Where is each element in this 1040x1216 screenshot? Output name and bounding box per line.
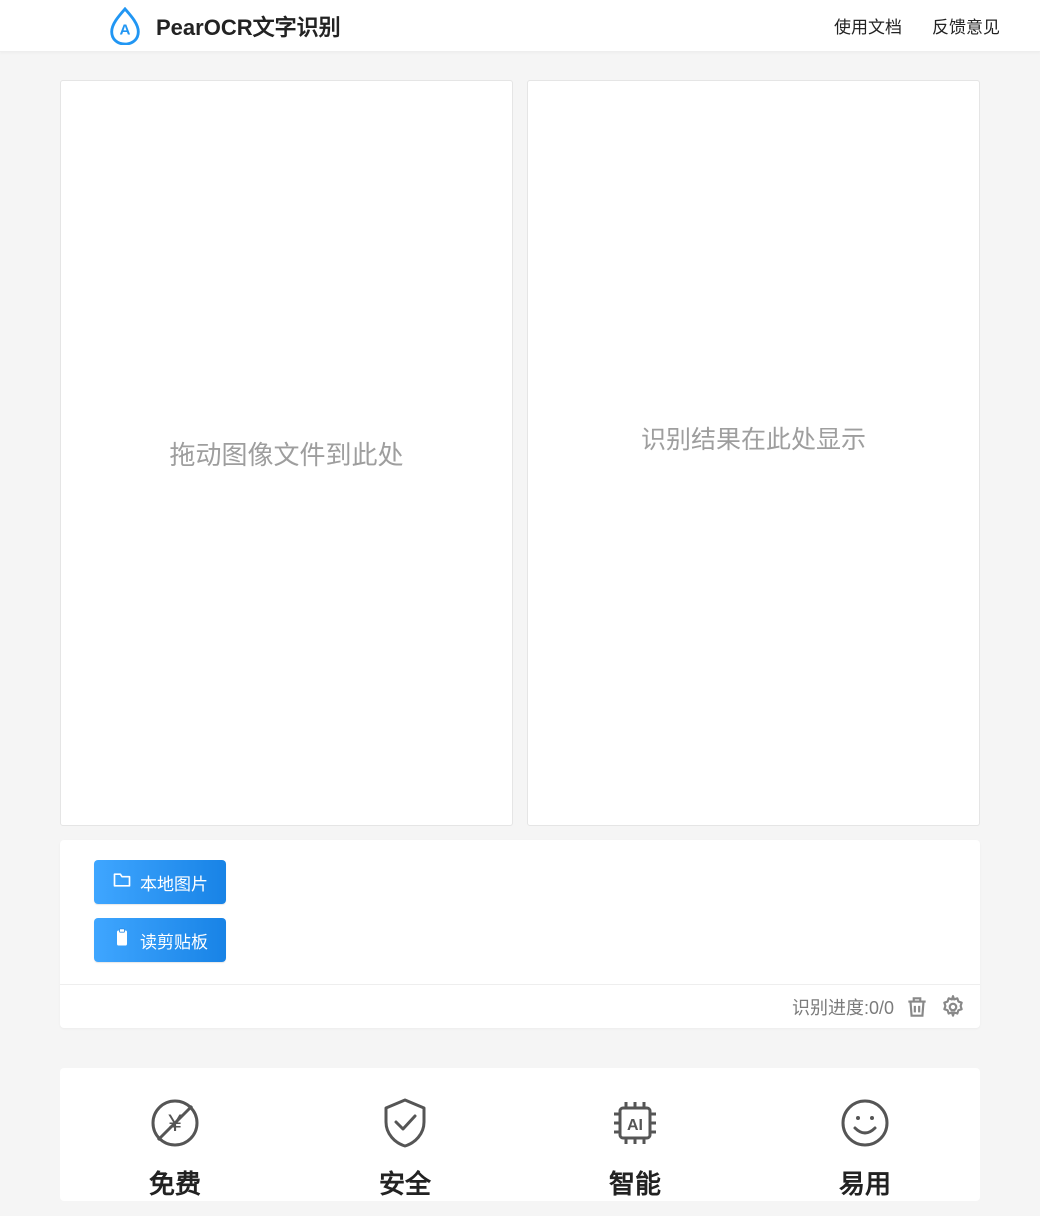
free-icon: ¥ xyxy=(148,1096,202,1150)
actions-card: 本地图片 读剪贴板 识别进度:0/0 xyxy=(60,840,980,1028)
features-card: ¥ 免费 安全 AI xyxy=(60,1068,980,1201)
local-image-button[interactable]: 本地图片 xyxy=(94,860,226,904)
feature-smart: AI 智能 xyxy=(520,1096,750,1201)
folder-icon xyxy=(112,870,132,895)
ai-icon: AI xyxy=(608,1096,662,1150)
panels: 拖动图像文件到此处 识别结果在此处显示 xyxy=(60,80,980,826)
result-placeholder: 识别结果在此处显示 xyxy=(641,420,866,456)
drop-placeholder: 拖动图像文件到此处 xyxy=(169,435,403,472)
main-container: 拖动图像文件到此处 识别结果在此处显示 本地图片 读剪贴板 识别进度:0/0 xyxy=(0,52,1040,1201)
actions-bottom: 识别进度:0/0 xyxy=(60,984,980,1028)
read-clipboard-label: 读剪贴板 xyxy=(140,928,208,953)
read-clipboard-button[interactable]: 读剪贴板 xyxy=(94,918,226,962)
result-panel: 识别结果在此处显示 xyxy=(527,80,980,826)
feature-safe-title: 安全 xyxy=(379,1164,431,1201)
nav-docs[interactable]: 使用文档 xyxy=(834,13,902,38)
feature-free: ¥ 免费 xyxy=(60,1096,290,1201)
svg-text:AI: AI xyxy=(627,1117,643,1134)
progress-text: 识别进度:0/0 xyxy=(792,994,894,1020)
logo-icon: A xyxy=(108,7,142,45)
drop-panel[interactable]: 拖动图像文件到此处 xyxy=(60,80,513,826)
feature-easy: 易用 xyxy=(750,1096,980,1201)
shield-icon xyxy=(378,1096,432,1150)
header: A PearOCR文字识别 使用文档 反馈意见 xyxy=(0,0,1040,52)
trash-icon[interactable] xyxy=(904,994,930,1020)
local-image-label: 本地图片 xyxy=(140,870,208,895)
feature-easy-title: 易用 xyxy=(839,1164,891,1201)
svg-text:A: A xyxy=(120,21,131,38)
clipboard-icon xyxy=(112,928,132,953)
feature-safe: 安全 xyxy=(290,1096,520,1201)
smile-icon xyxy=(838,1096,892,1150)
logo-wrap: A PearOCR文字识别 xyxy=(108,7,341,45)
feature-smart-title: 智能 xyxy=(609,1164,661,1201)
feature-free-title: 免费 xyxy=(149,1164,201,1201)
app-title: PearOCR文字识别 xyxy=(156,10,341,42)
header-nav: 使用文档 反馈意见 xyxy=(834,13,1000,38)
actions-top: 本地图片 读剪贴板 xyxy=(60,840,980,984)
nav-feedback[interactable]: 反馈意见 xyxy=(932,13,1000,38)
gear-icon[interactable] xyxy=(940,994,966,1020)
